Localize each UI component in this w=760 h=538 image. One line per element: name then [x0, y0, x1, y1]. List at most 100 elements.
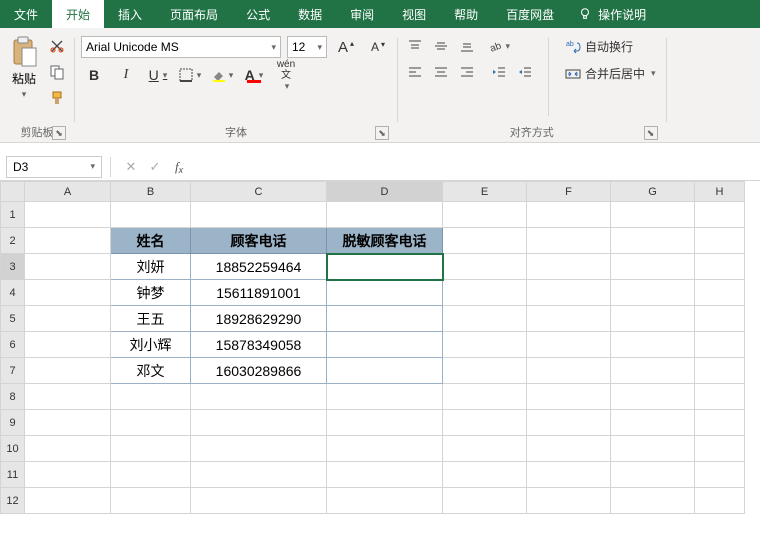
tab-insert[interactable]: 插入 [104, 0, 156, 28]
fill-color-button[interactable] [209, 64, 235, 86]
italic-button[interactable]: I [113, 64, 139, 86]
increase-font-button[interactable]: A▴ [333, 36, 359, 58]
col-header-A[interactable]: A [25, 182, 111, 202]
border-button[interactable] [177, 64, 203, 86]
cell-D4[interactable] [327, 280, 443, 306]
cell-B6[interactable]: 刘小辉 [111, 332, 191, 358]
align-bottom-button[interactable] [456, 36, 478, 56]
paste-button[interactable]: 粘贴 ▾ [6, 34, 42, 102]
cell-B5[interactable]: 王五 [111, 306, 191, 332]
align-right-button[interactable] [456, 62, 478, 82]
row-header-2[interactable]: 2 [1, 228, 25, 254]
copy-button[interactable] [46, 62, 68, 82]
cell-C4[interactable]: 15611891001 [191, 280, 327, 306]
bold-button[interactable]: B [81, 64, 107, 86]
col-header-C[interactable]: C [191, 182, 327, 202]
row-header-6[interactable]: 6 [1, 332, 25, 358]
wrap-text-label: 自动换行 [585, 38, 633, 55]
svg-text:ab: ab [566, 41, 574, 48]
row-header-1[interactable]: 1 [1, 202, 25, 228]
col-header-E[interactable]: E [443, 182, 527, 202]
col-header-B[interactable]: B [111, 182, 191, 202]
align-center-icon [433, 65, 449, 79]
cell-D5[interactable] [327, 306, 443, 332]
cancel-formula-button[interactable]: ✕ [119, 156, 143, 178]
row-header-10[interactable]: 10 [1, 436, 25, 462]
cell-C2[interactable]: 顾客电话 [191, 228, 327, 254]
merge-center-button[interactable]: 合并后居中 [561, 63, 660, 84]
cell-D6[interactable] [327, 332, 443, 358]
align-left-button[interactable] [404, 62, 426, 82]
row-header-8[interactable]: 8 [1, 384, 25, 410]
tell-me[interactable]: 操作说明 [568, 0, 656, 28]
orientation-button[interactable]: ab [488, 36, 510, 56]
col-header-D[interactable]: D [327, 182, 443, 202]
row-header-3[interactable]: 3 [1, 254, 25, 280]
group-font: Arial Unicode MS▾ 12▾ A▴ A▾ B I U A wén文… [75, 34, 397, 142]
row-header-7[interactable]: 7 [1, 358, 25, 384]
cell-C6[interactable]: 15878349058 [191, 332, 327, 358]
spreadsheet-grid[interactable]: A B C D E F G H 1 2 姓名 顾客电话 脱敏顾客电话 3 刘妍 … [0, 181, 760, 514]
align-top-button[interactable] [404, 36, 426, 56]
font-name-select[interactable]: Arial Unicode MS▾ [81, 36, 281, 58]
check-icon: ✓ [150, 159, 161, 175]
row-header-11[interactable]: 11 [1, 462, 25, 488]
cell-B4[interactable]: 钟梦 [111, 280, 191, 306]
select-all-corner[interactable] [1, 182, 25, 202]
font-color-button[interactable]: A [241, 64, 267, 86]
increase-indent-button[interactable] [514, 62, 536, 82]
underline-button[interactable]: U [145, 64, 171, 86]
row-header-5[interactable]: 5 [1, 306, 25, 332]
cell-D7[interactable] [327, 358, 443, 384]
insert-function-button[interactable]: fx [167, 156, 191, 178]
wrap-text-button[interactable]: ab 自动换行 [561, 36, 660, 57]
col-header-F[interactable]: F [527, 182, 611, 202]
col-header-H[interactable]: H [695, 182, 745, 202]
tab-baidu[interactable]: 百度网盘 [492, 0, 568, 28]
cell-C7[interactable]: 16030289866 [191, 358, 327, 384]
paste-dropdown[interactable]: ▾ [22, 89, 27, 100]
align-middle-button[interactable] [430, 36, 452, 56]
tab-view[interactable]: 视图 [388, 0, 440, 28]
enter-formula-button[interactable]: ✓ [143, 156, 167, 178]
row-header-9[interactable]: 9 [1, 410, 25, 436]
row-header-4[interactable]: 4 [1, 280, 25, 306]
cell-D2[interactable]: 脱敏顾客电话 [327, 228, 443, 254]
ruby-label: wén [277, 60, 295, 69]
paste-icon [10, 36, 38, 68]
cut-button[interactable] [46, 36, 68, 56]
tab-file[interactable]: 文件 [0, 0, 52, 28]
font-size-value: 12 [292, 40, 305, 54]
cell-B3[interactable]: 刘妍 [111, 254, 191, 280]
alignment-launcher[interactable]: ⬊ [644, 126, 658, 140]
tab-review[interactable]: 审阅 [336, 0, 388, 28]
merge-center-label: 合并后居中 [585, 65, 645, 82]
font-launcher[interactable]: ⬊ [375, 126, 389, 140]
align-center-button[interactable] [430, 62, 452, 82]
tab-page-layout[interactable]: 页面布局 [156, 0, 232, 28]
align-right-icon [459, 65, 475, 79]
cell-B2[interactable]: 姓名 [111, 228, 191, 254]
cut-icon [49, 38, 65, 54]
border-icon [179, 68, 193, 82]
font-size-select[interactable]: 12▾ [287, 36, 327, 58]
col-header-G[interactable]: G [611, 182, 695, 202]
cell-C3[interactable]: 18852259464 [191, 254, 327, 280]
clipboard-launcher[interactable]: ⬊ [52, 126, 66, 140]
tab-home[interactable]: 开始 [52, 0, 104, 28]
cell-D3[interactable] [327, 254, 443, 280]
tab-data[interactable]: 数据 [284, 0, 336, 28]
cell-B7[interactable]: 邓文 [111, 358, 191, 384]
cell-C5[interactable]: 18928629290 [191, 306, 327, 332]
formula-input[interactable] [191, 156, 760, 178]
svg-text:ab: ab [489, 40, 504, 53]
row-header-12[interactable]: 12 [1, 488, 25, 514]
tab-help[interactable]: 帮助 [440, 0, 492, 28]
tab-formulas[interactable]: 公式 [232, 0, 284, 28]
decrease-font-button[interactable]: A▾ [365, 36, 391, 58]
ribbon-tabs: 文件 开始 插入 页面布局 公式 数据 审阅 视图 帮助 百度网盘 操作说明 [0, 0, 760, 28]
format-painter-button[interactable] [46, 88, 68, 108]
decrease-indent-button[interactable] [488, 62, 510, 82]
ruby-button[interactable]: wén文 [273, 64, 299, 86]
name-box[interactable]: D3▾ [6, 156, 102, 178]
